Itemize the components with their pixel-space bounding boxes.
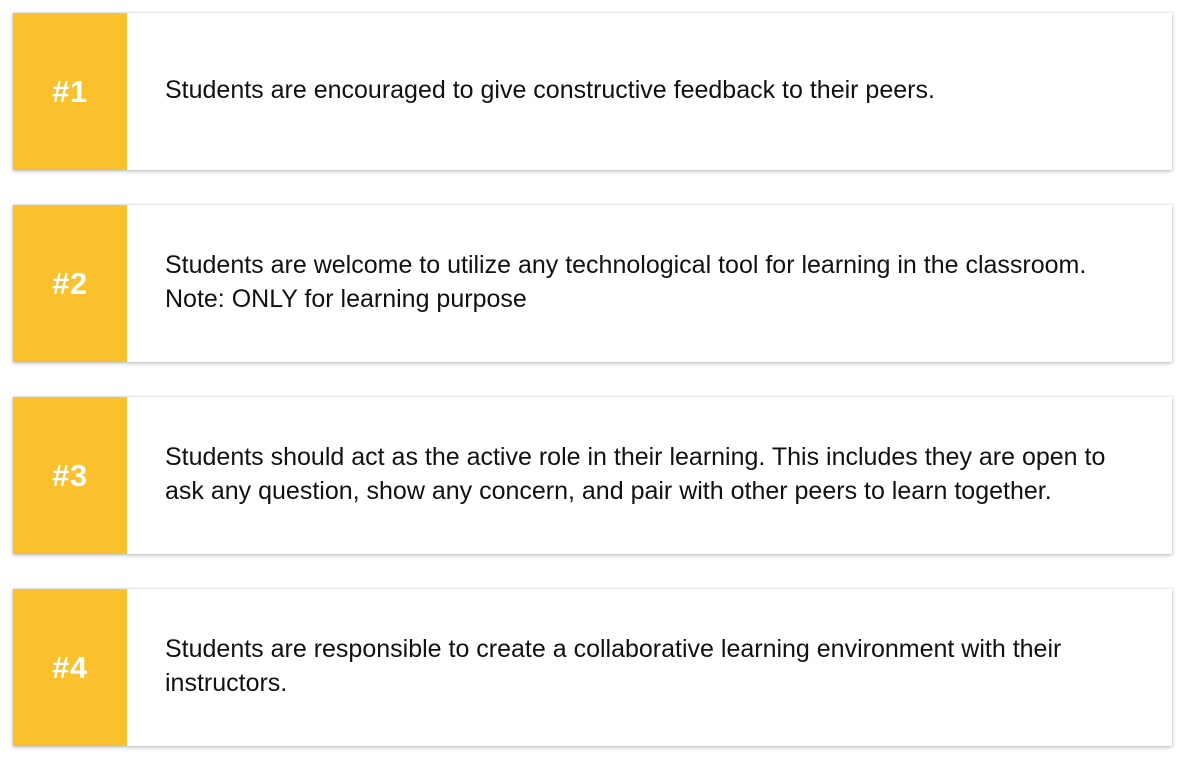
rule-text: Students are responsible to create a col…	[165, 634, 1062, 697]
rule-text-container: Students are responsible to create a col…	[127, 589, 1172, 746]
rule-card-3: #3 Students should act as the active rol…	[13, 397, 1172, 554]
rule-card-1: #1 Students are encouraged to give const…	[13, 13, 1172, 170]
rule-number: #1	[52, 73, 88, 109]
rule-card-4: #4 Students are responsible to create a …	[13, 589, 1172, 746]
rule-number: #4	[52, 649, 88, 685]
rule-number: #3	[52, 457, 88, 493]
rule-number-badge: #1	[13, 13, 127, 170]
rule-number-badge: #3	[13, 397, 127, 554]
rule-text-container: Students should act as the active role i…	[127, 397, 1172, 554]
rule-text-container: Students are welcome to utilize any tech…	[127, 205, 1172, 362]
rule-text: Students should act as the active role i…	[165, 442, 1106, 505]
rule-card-2: #2 Students are welcome to utilize any t…	[13, 205, 1172, 362]
rule-number-badge: #4	[13, 589, 127, 746]
rule-text-container: Students are encouraged to give construc…	[127, 13, 1172, 170]
rule-text: Students are encouraged to give construc…	[165, 76, 935, 104]
rule-number: #2	[52, 265, 88, 301]
rule-text: Students are welcome to utilize any tech…	[165, 250, 1087, 313]
rule-number-badge: #2	[13, 205, 127, 362]
